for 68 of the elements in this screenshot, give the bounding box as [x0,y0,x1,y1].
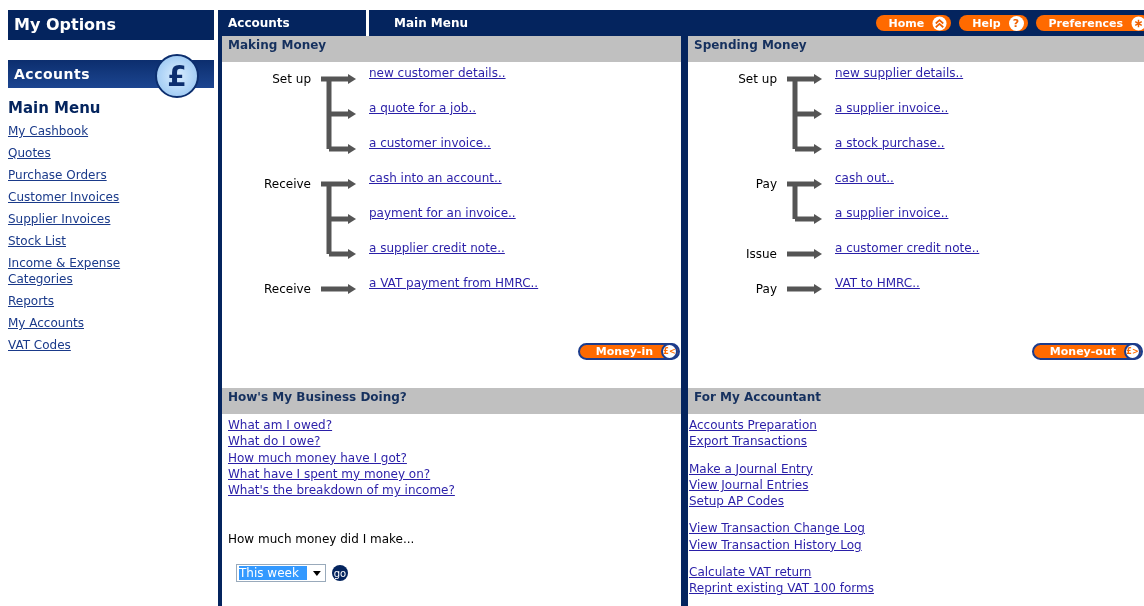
sidebar-link[interactable]: Customer Invoices [8,189,120,205]
action-link[interactable]: a stock purchase.. [835,132,964,167]
asterisk-icon [1131,15,1144,31]
bracket-arrow-icon [787,178,823,225]
action-link[interactable]: new customer details.. [369,62,506,97]
action-label: Set up [271,71,311,88]
action-link[interactable]: a supplier invoice.. [835,202,949,237]
sidebar-link[interactable]: Quotes [8,145,51,161]
report-link[interactable]: What do I owe? [228,433,321,450]
action-link[interactable]: cash out.. [835,167,949,202]
accountant-link[interactable]: Accounts Preparation [689,417,817,434]
bracket-arrow-icon [787,248,823,260]
action-link[interactable]: a customer invoice.. [369,132,506,167]
action-label: Pay [754,176,777,193]
section-title: For My Accountant [694,390,821,404]
report-link[interactable]: What's the breakdown of my income? [228,482,455,499]
report-link[interactable]: What am I owed? [228,417,333,434]
accountant-link[interactable]: View Transaction Change Log [689,520,865,537]
action-link[interactable]: a quote for a job.. [369,97,506,132]
action-label: Receive [263,281,311,298]
action-link[interactable]: cash into an account.. [369,167,516,202]
bracket-arrow-icon [321,178,357,260]
prompt-text: How much money did I make... [228,532,415,547]
sidebar-link[interactable]: Stock List [8,233,66,249]
action-label: Pay [754,281,777,298]
page-title: Main Menu [394,16,469,30]
bracket-arrow-icon [787,73,823,155]
help-icon: ? [1008,15,1024,31]
go-button[interactable]: go [332,565,348,582]
bracket-arrow-icon [321,73,357,155]
action-link[interactable]: payment for an invoice.. [369,202,516,237]
action-link[interactable]: a customer credit note.. [835,237,980,272]
chevron-up-icon [932,15,948,31]
menu-title: Main Menu [8,99,101,117]
action-link[interactable]: a supplier credit note.. [369,237,516,272]
accountant-link[interactable]: Reprint existing VAT 100 forms [689,580,874,597]
accountant-link[interactable]: Calculate VAT return [689,564,812,581]
bracket-arrow-icon [787,283,823,295]
section-title: Accounts [14,66,90,82]
report-link[interactable]: How much money have I got? [228,449,407,466]
sidebar-link[interactable]: Income & Expense Categories [8,255,128,287]
action-link[interactable]: a VAT payment from HMRC.. [369,272,539,307]
action-link[interactable]: new supplier details.. [835,62,964,97]
action-label: Issue [744,246,777,263]
accountant-link[interactable]: View Transaction History Log [689,536,862,554]
sidebar-link[interactable]: Supplier Invoices [8,211,111,227]
sidebar-link[interactable]: My Accounts [8,315,84,331]
sidebar-link[interactable]: Reports [8,293,55,309]
bracket-arrow-icon [321,283,357,295]
section-title: Making Money [228,38,327,52]
dropdown-arrow-icon [313,571,321,576]
accountant-link[interactable]: Export Transactions [689,433,807,450]
accountant-link[interactable]: View Journal Entries [689,476,809,494]
accountant-link[interactable]: Setup AP Codes [689,493,784,510]
accountant-link[interactable]: Make a Journal Entry [689,460,813,477]
section-title: How's My Business Doing? [228,390,407,404]
sidebar-title: My Options [8,10,214,40]
sidebar-link[interactable]: VAT Codes [8,337,71,353]
sidebar-link[interactable]: My Cashbook [8,123,89,139]
action-link[interactable]: VAT to HMRC.. [835,272,920,307]
action-label: Set up [737,71,777,88]
sidebar-link[interactable]: Purchase Orders [8,167,107,183]
report-link[interactable]: What have I spent my money on? [228,465,431,483]
pound-icon: £ [155,54,199,98]
section-title: Spending Money [694,38,807,52]
section-tab[interactable]: Accounts [218,10,366,36]
action-label: Receive [263,176,311,193]
action-link[interactable]: a supplier invoice.. [835,97,964,132]
